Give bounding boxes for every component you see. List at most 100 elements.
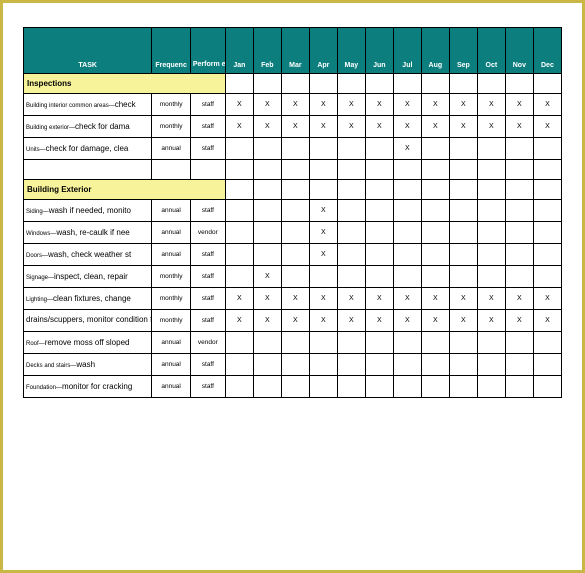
task-cell: Signage—inspect, clean, repair xyxy=(24,266,152,288)
task-cell: drains/scuppers, monitor condition for c… xyxy=(24,310,152,332)
section-blank-cell xyxy=(505,180,533,200)
month-cell xyxy=(421,200,449,222)
performed-by-cell: staff xyxy=(190,354,225,376)
section-header: Inspections xyxy=(24,74,562,94)
month-cell: X xyxy=(253,94,281,116)
month-cell: X xyxy=(477,310,505,332)
month-cell xyxy=(393,332,421,354)
month-cell xyxy=(533,332,561,354)
section-blank-cell xyxy=(281,180,309,200)
month-cell xyxy=(337,200,365,222)
header-month-may: May xyxy=(337,28,365,74)
month-cell xyxy=(253,200,281,222)
month-cell xyxy=(533,244,561,266)
month-cell: X xyxy=(337,94,365,116)
month-cell xyxy=(337,354,365,376)
month-cell xyxy=(505,200,533,222)
header-month-mar: Mar xyxy=(281,28,309,74)
month-cell: X xyxy=(253,310,281,332)
month-cell xyxy=(225,266,253,288)
month-cell xyxy=(505,332,533,354)
month-cell xyxy=(337,244,365,266)
frequency-cell: annual xyxy=(152,138,191,160)
month-cell xyxy=(449,376,477,398)
month-cell xyxy=(281,138,309,160)
month-cell xyxy=(225,354,253,376)
task-prefix: Roof— xyxy=(26,341,45,347)
performed-by-cell: staff xyxy=(190,200,225,222)
task-prefix: Decks and stairs— xyxy=(26,363,76,369)
section-blank-cell xyxy=(421,74,449,94)
month-cell xyxy=(421,332,449,354)
month-cell: X xyxy=(309,94,337,116)
task-prefix: Units— xyxy=(26,147,46,153)
month-cell: X xyxy=(393,288,421,310)
header-month-dec: Dec xyxy=(533,28,561,74)
month-cell: X xyxy=(421,310,449,332)
month-cell xyxy=(505,138,533,160)
month-cell xyxy=(449,222,477,244)
performed-by-cell: staff xyxy=(190,266,225,288)
task-cell: Siding—wash if needed, monito xyxy=(24,200,152,222)
month-cell: X xyxy=(281,94,309,116)
section-blank-cell xyxy=(309,180,337,200)
table-row: Foundation—monitor for crackingannualsta… xyxy=(24,376,562,398)
month-cell: X xyxy=(337,288,365,310)
task-prefix: Lighting— xyxy=(26,297,53,303)
frequency-cell: monthly xyxy=(152,116,191,138)
month-cell: X xyxy=(309,222,337,244)
month-cell xyxy=(393,376,421,398)
month-cell xyxy=(365,354,393,376)
gap-cell xyxy=(24,160,152,180)
month-cell xyxy=(505,354,533,376)
section-blank-cell xyxy=(505,74,533,94)
month-cell xyxy=(421,354,449,376)
gap-cell xyxy=(421,160,449,180)
section-blank-cell xyxy=(393,180,421,200)
month-cell: X xyxy=(225,116,253,138)
month-cell xyxy=(393,222,421,244)
month-cell xyxy=(281,222,309,244)
month-cell xyxy=(477,200,505,222)
frequency-cell: monthly xyxy=(152,266,191,288)
section-blank-cell xyxy=(253,180,281,200)
month-cell xyxy=(225,244,253,266)
month-cell: X xyxy=(449,310,477,332)
task-prefix: Foundation— xyxy=(26,385,62,391)
month-cell: X xyxy=(505,310,533,332)
task-cell: Windows—wash, re-caulk if nee xyxy=(24,222,152,244)
task-cell: Lighting—clean fixtures, change xyxy=(24,288,152,310)
header-frequency: Frequenc xyxy=(152,28,191,74)
task-prefix: Building exterior— xyxy=(26,125,75,131)
section-blank-cell xyxy=(337,74,365,94)
task-prefix: Signage— xyxy=(26,275,54,281)
month-cell xyxy=(421,244,449,266)
gap-cell xyxy=(533,160,561,180)
month-cell xyxy=(309,266,337,288)
month-cell xyxy=(253,138,281,160)
month-cell xyxy=(393,354,421,376)
month-cell xyxy=(477,222,505,244)
performed-by-cell: staff xyxy=(190,244,225,266)
section-blank-cell xyxy=(281,74,309,94)
section-title: Inspections xyxy=(24,74,226,94)
section-blank-cell xyxy=(477,180,505,200)
month-cell: X xyxy=(449,116,477,138)
month-cell: X xyxy=(309,288,337,310)
month-cell xyxy=(337,266,365,288)
gap-cell xyxy=(477,160,505,180)
performed-by-cell: staff xyxy=(190,288,225,310)
header-month-nov: Nov xyxy=(505,28,533,74)
month-cell xyxy=(533,354,561,376)
table-header: TASK Frequenc Perform ed by Jan Feb Mar … xyxy=(24,28,562,74)
header-month-sep: Sep xyxy=(449,28,477,74)
gap-cell xyxy=(449,160,477,180)
month-cell: X xyxy=(477,94,505,116)
month-cell xyxy=(449,266,477,288)
header-task: TASK xyxy=(24,28,152,74)
task-text: check for dama xyxy=(75,122,130,131)
frequency-cell: annual xyxy=(152,244,191,266)
gap-cell xyxy=(505,160,533,180)
section-blank-cell xyxy=(309,74,337,94)
task-text: clean fixtures, change xyxy=(53,294,131,303)
